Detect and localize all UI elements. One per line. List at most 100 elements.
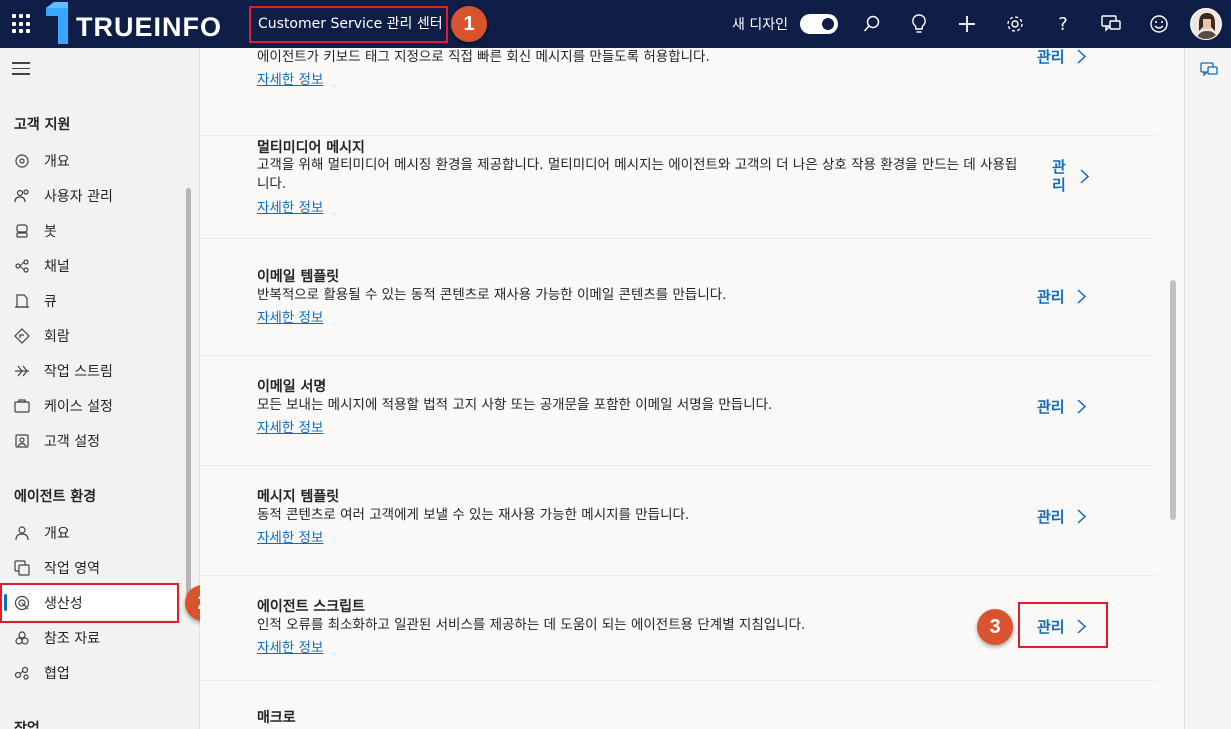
search-icon[interactable] (860, 12, 884, 36)
smiley-icon[interactable] (1147, 12, 1171, 36)
learn-more-link[interactable]: 자세한 정보 (257, 416, 323, 436)
sidebar-item-label: 협업 (44, 665, 70, 682)
sidebar-item-case-settings[interactable]: 케이스 설정 (0, 388, 178, 423)
company-logo: TRUEINFO (42, 2, 242, 46)
chat-panel-icon[interactable] (1200, 62, 1218, 82)
card-title: 에이전트 스크립트 (257, 599, 365, 615)
manage-button[interactable]: 관리 (1037, 48, 1086, 67)
learn-more-link[interactable]: 자세한 정보 (257, 68, 323, 88)
bot-icon (16, 223, 28, 238)
card-title: 이메일 템플릿 (257, 269, 340, 285)
sidebar-item-label: 큐 (44, 293, 57, 310)
overview-icon (15, 153, 29, 168)
logo-text: TRUEINFO (76, 12, 222, 42)
sidebar-item-user-management[interactable]: 사용자 관리 (0, 178, 178, 213)
case-icon (14, 398, 30, 413)
chevron-right-icon (1077, 289, 1086, 304)
card-email-signatures: 이메일 서명 모든 보내는 메시지에 적용할 법적 고지 사항 또는 공개문을 … (200, 356, 1156, 466)
waffle-icon[interactable] (12, 14, 32, 34)
card-description: 고객을 위해 멀티미디어 메시징 환경을 제공합니다. 멀티미디어 메시지는 에… (257, 157, 1018, 192)
sidebar-item-knowledge[interactable]: 참조 자료 (0, 620, 178, 655)
sidebar-item-label: 작업 영역 (44, 560, 100, 577)
chevron-right-icon (1080, 168, 1089, 184)
sidebar-item-workspace[interactable]: 작업 영역 (0, 550, 178, 585)
sidebar-item-label: 참조 자료 (44, 630, 100, 647)
card-macros: 매크로 (200, 681, 1156, 729)
card-multimedia-messages: 멀티미디어 메시지 고객을 위해 멀티미디어 메시징 환경을 제공합니다. 멀티… (200, 136, 1156, 239)
plus-icon[interactable] (955, 12, 979, 36)
card-title: 매크로 (257, 710, 296, 726)
card-description: 에이전트가 키보드 태그 지정으로 직접 빠른 회신 메시지를 만들도록 허용합… (257, 49, 710, 65)
queue-icon (15, 293, 29, 308)
sidebar-item-label: 개요 (44, 525, 70, 542)
lightbulb-icon[interactable] (907, 12, 931, 36)
avatar[interactable] (1190, 8, 1222, 40)
sidebar-item-label: 고객 설정 (44, 433, 100, 450)
nav-section-title: 에이전트 환경 (14, 489, 97, 505)
callout-badge: 3 (977, 609, 1013, 645)
learn-more-link[interactable]: 자세한 정보 (257, 526, 323, 546)
card-email-templates: 이메일 템플릿 반복적으로 활용될 수 있는 동적 콘텐츠로 재사용 가능한 이… (200, 246, 1156, 356)
sidebar-item-customer-settings[interactable]: 고객 설정 (0, 423, 178, 458)
learn-more-link[interactable]: 자세한 정보 (257, 306, 323, 326)
manage-button[interactable]: 관리 (1037, 396, 1086, 417)
card-title: 이메일 서명 (257, 379, 327, 395)
right-rail (1184, 48, 1231, 729)
new-design-label: 새 디자인 (732, 17, 788, 33)
card-description: 모든 보내는 메시지에 적용할 법적 고지 사항 또는 공개문을 포함한 이메일… (257, 397, 773, 413)
card-description: 반복적으로 활용될 수 있는 동적 콘텐츠로 재사용 가능한 이메일 콘텐츠를 … (257, 287, 727, 303)
chevron-right-icon (1077, 399, 1086, 414)
sidebar-item-channel[interactable]: 채널 (0, 248, 178, 283)
left-navigation: 고객 지원 개요 사용자 관리 봇 채널 큐 회람 작업 스트림 케이스 설정 … (0, 48, 200, 729)
card-message-templates: 메시지 템플릿 동적 콘텐츠로 여러 고객에게 보낼 수 있는 재사용 가능한 … (200, 466, 1156, 576)
top-bar: TRUEINFO Customer Service 관리 센터 새 디자인 ? (0, 0, 1231, 48)
sidebar-item-label: 작업 스트림 (44, 363, 113, 380)
callout-badge: 1 (451, 6, 487, 42)
people-icon (14, 188, 29, 202)
nav-section-title: 작업 (14, 721, 40, 729)
new-design-toggle[interactable] (800, 14, 838, 34)
manage-button[interactable]: 관리 (1037, 506, 1086, 527)
learn-more-link[interactable]: 자세한 정보 (257, 636, 323, 656)
sidebar-item-label: 개요 (44, 153, 70, 170)
sidebar-item-label: 봇 (44, 223, 57, 240)
hamburger-menu-icon[interactable] (12, 62, 30, 79)
person-icon (15, 525, 29, 540)
sidebar-item-agent-overview[interactable]: 개요 (0, 515, 178, 550)
card-quick-replies: 에이전트가 키보드 태그 지정으로 직접 빠른 회신 메시지를 만들도록 허용합… (200, 48, 1156, 136)
routing-icon (14, 327, 30, 344)
knowledge-icon (15, 630, 29, 645)
manage-button[interactable]: 관리 (1037, 286, 1086, 307)
sidebar-item-label: 회람 (44, 328, 70, 345)
gear-icon[interactable] (1003, 12, 1027, 36)
chevron-right-icon (1077, 509, 1086, 524)
card-description: 동적 콘텐츠로 여러 고객에게 보낼 수 있는 재사용 가능한 메시지를 만듭니… (257, 507, 690, 523)
channel-icon (15, 258, 29, 273)
sidebar-scrollbar[interactable] (186, 188, 191, 598)
customer-icon (15, 433, 29, 448)
manage-button[interactable]: 관리 (1052, 158, 1089, 194)
help-icon[interactable]: ? (1051, 12, 1075, 36)
nav-section-title: 고객 지원 (14, 117, 71, 133)
workspace-icon (14, 559, 30, 576)
learn-more-link[interactable]: 자세한 정보 (257, 196, 323, 216)
chevron-right-icon (1077, 49, 1086, 64)
sidebar-item-routing[interactable]: 회람 (0, 318, 178, 353)
card-title: 메시지 템플릿 (257, 489, 340, 505)
sidebar-item-workstream[interactable]: 작업 스트림 (0, 353, 178, 388)
card-title: 멀티미디어 메시지 (257, 140, 365, 156)
collaboration-icon (14, 666, 29, 680)
highlight-box (1018, 602, 1108, 648)
chat-icon[interactable] (1099, 12, 1123, 36)
sidebar-item-collaboration[interactable]: 협업 (0, 655, 178, 690)
app-title[interactable]: Customer Service 관리 센터 (249, 6, 448, 43)
sidebar-item-label: 채널 (44, 258, 70, 275)
card-description: 인적 오류를 최소화하고 일관된 서비스를 제공하는 데 도움이 되는 에이전트… (257, 617, 806, 633)
workstream-icon (15, 365, 29, 376)
highlight-box (0, 583, 179, 623)
main-scrollbar[interactable] (1170, 280, 1176, 520)
sidebar-item-label: 케이스 설정 (44, 398, 113, 415)
sidebar-item-bot[interactable]: 봇 (0, 213, 178, 248)
sidebar-item-overview[interactable]: 개요 (0, 143, 178, 178)
sidebar-item-queue[interactable]: 큐 (0, 283, 178, 318)
